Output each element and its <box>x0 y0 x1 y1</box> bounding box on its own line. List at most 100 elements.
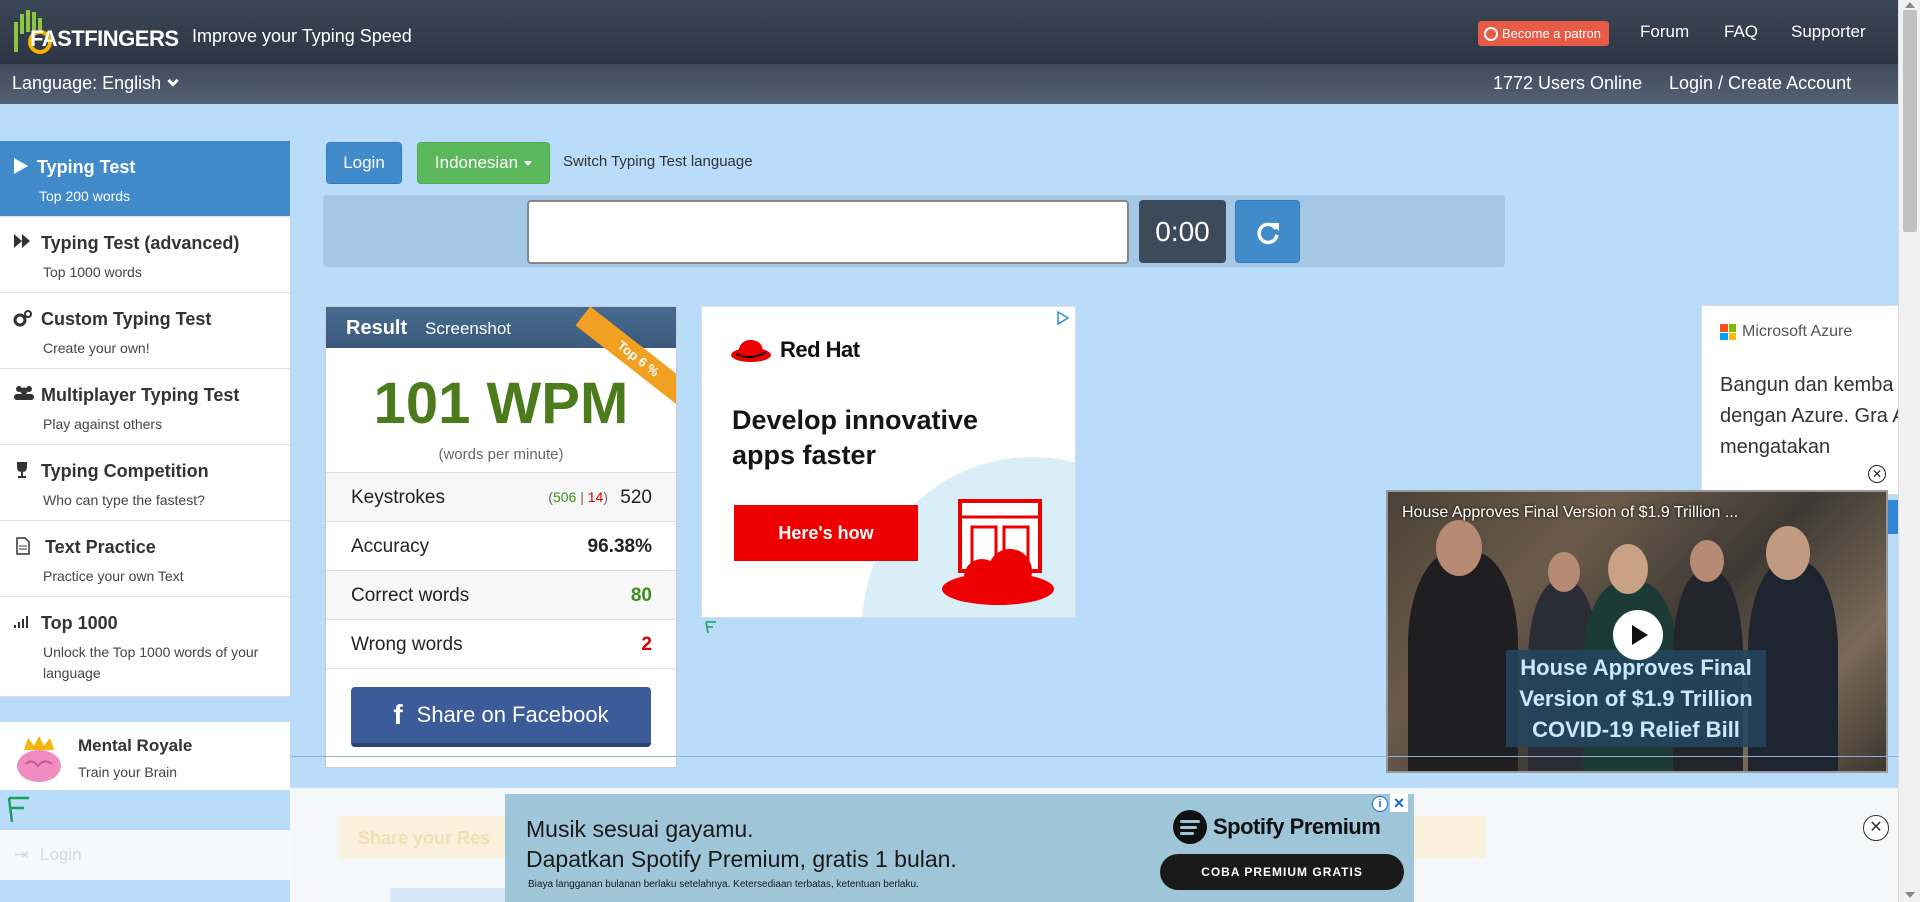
spotify-ad-line1: Musik sesuai gayamu. <box>526 816 754 842</box>
sidebar-item-subtitle: Play against others <box>43 416 163 432</box>
screenshot-link[interactable]: Screenshot <box>425 319 511 339</box>
facebook-icon: f <box>393 699 403 730</box>
scrollbar-thumb[interactable] <box>1903 10 1917 232</box>
correct-words-label: Correct words <box>351 585 470 606</box>
caret-down-icon <box>524 160 533 166</box>
close-icon[interactable]: ✕ <box>1868 465 1886 483</box>
scrollbar[interactable] <box>1898 0 1920 902</box>
scroll-down-icon[interactable] <box>1905 892 1915 898</box>
login-create-account-link[interactable]: Login / Create Account <box>1669 73 1851 94</box>
correct-words-value: 80 <box>630 585 652 606</box>
video-title: House Approves Final Version of $1.9 Tri… <box>1402 504 1739 521</box>
sidebar-item-subtitle: Practice your own Text <box>43 568 184 584</box>
share-facebook-label: Share on Facebook <box>416 702 609 727</box>
spotify-logo: Spotify Premium <box>1173 810 1381 844</box>
become-patron-button[interactable]: Become a patron <box>1478 21 1610 46</box>
redhat-headline: Develop innovative apps faster <box>732 405 979 470</box>
divider <box>290 756 1898 757</box>
sidebar-item-subtitle: Create your own! <box>43 340 150 356</box>
sidebar-item-title: Text Practice <box>45 537 156 557</box>
ad-close-icon[interactable]: × <box>1390 794 1408 812</box>
accuracy-value: 96.38% <box>587 536 652 557</box>
play-icon <box>13 157 33 177</box>
signal-icon <box>13 613 33 633</box>
wrong-words-label: Wrong words <box>351 634 463 655</box>
redhat-ad[interactable]: Red Hat Develop innovative apps faster H… <box>701 306 1076 618</box>
ad-info-icon[interactable]: i <box>1372 796 1388 812</box>
trophy-icon <box>13 461 33 481</box>
mental-royale-title: Mental Royale <box>78 736 193 755</box>
nav-supporter[interactable]: Supporter <box>1791 22 1866 42</box>
share-facebook-button[interactable]: f Share on Facebook <box>351 687 651 747</box>
sidebar-item-mental-royale[interactable]: Mental Royale Train your Brain <box>0 722 290 790</box>
scroll-up-icon[interactable] <box>1905 2 1915 8</box>
redhat-logo: Red Hat <box>730 337 860 363</box>
brain-crown-icon <box>17 736 61 782</box>
paren-close: ) <box>603 489 608 505</box>
logo-text[interactable]: FASTFINGERS <box>30 26 179 52</box>
sidebar-item-title: Typing Test <box>37 157 136 177</box>
redhat-cta-button[interactable]: Here's how <box>734 505 918 561</box>
sidebar-item-subtitle: Unlock the Top 1000 words of your langua… <box>43 644 259 681</box>
cloud-window-icon <box>942 499 1054 605</box>
keystrokes-wrong: 14 <box>587 489 604 505</box>
freestar-icon <box>705 621 716 634</box>
video-caption: House Approves Final Version of $1.9 Tri… <box>1506 650 1766 747</box>
language-dropdown[interactable]: Indonesian <box>417 142 550 184</box>
sidebar-item-typing-test[interactable]: Typing Test Top 200 words <box>0 141 290 217</box>
spotify-icon <box>1173 810 1207 844</box>
result-title: Result <box>346 317 408 339</box>
wpm-box: 101 WPM (words per minute) <box>326 348 676 473</box>
sidebar-item-multiplayer[interactable]: Multiplayer Typing Test Play against oth… <box>0 369 290 445</box>
spotify-ad-line2: Dapatkan Spotify Premium, gratis 1 bulan… <box>526 846 957 872</box>
sidebar-item-title: Multiplayer Typing Test <box>41 385 240 405</box>
file-icon <box>16 537 36 557</box>
close-icon[interactable]: ✕ <box>1863 815 1889 841</box>
fast-forward-icon <box>13 233 33 253</box>
sidebar-item-login[interactable]: ⇥ Login <box>0 830 290 880</box>
azure-ad-text: Bangun dan kemba dengan Azure. Gra Anda … <box>1720 374 1900 458</box>
switch-language-label: Switch Typing Test language <box>563 153 753 170</box>
top-header: FASTFINGERS Improve your Typing Speed Be… <box>0 0 1898 64</box>
nav-forum[interactable]: Forum <box>1640 22 1689 42</box>
spotify-ad-fine-print: Biaya langganan bulanan berlaku setelahn… <box>528 879 919 890</box>
video-player[interactable]: House Approves Final Version of $1.9 Tri… <box>1386 490 1888 773</box>
spotify-ad[interactable]: Musik sesuai gayamu. Dapatkan Spotify Pr… <box>505 794 1414 902</box>
nav-faq[interactable]: FAQ <box>1724 22 1758 42</box>
reload-button[interactable] <box>1235 200 1300 263</box>
keystrokes-total: 520 <box>620 487 652 508</box>
sign-in-icon: ⇥ <box>14 845 29 864</box>
spotify-cta-button[interactable]: COBA PREMIUM GRATIS <box>1160 854 1404 890</box>
patreon-icon <box>1484 26 1498 41</box>
sidebar-item-typing-test-advanced[interactable]: Typing Test (advanced) Top 1000 words <box>0 217 290 293</box>
sidebar-item-title: Top 1000 <box>41 613 118 633</box>
sidebar: Typing Test Top 200 words Typing Test (a… <box>0 141 290 697</box>
users-icon <box>13 385 34 405</box>
sidebar-item-text-practice[interactable]: Text Practice Practice your own Text <box>0 521 290 597</box>
ad-choices-icon[interactable] <box>1057 311 1069 325</box>
chevron-down-icon <box>167 75 179 87</box>
keystrokes-row: Keystrokes (506 | 14) 520 <box>326 473 676 522</box>
correct-words-row: Correct words 80 <box>326 571 676 620</box>
play-icon <box>1632 625 1648 645</box>
typing-input[interactable] <box>527 200 1129 264</box>
play-button[interactable] <box>1613 610 1663 660</box>
redhat-logo-text: Red Hat <box>780 337 860 362</box>
users-online: 1772 Users Online <box>1493 73 1643 93</box>
sidebar-item-title: Typing Test (advanced) <box>41 233 240 253</box>
wrong-words-value: 2 <box>641 634 652 655</box>
sidebar-item-top-1000[interactable]: Top 1000 Unlock the Top 1000 words of yo… <box>0 597 290 697</box>
sidebar-item-subtitle: Top 1000 words <box>43 264 142 280</box>
wrong-words-row: Wrong words 2 <box>326 620 676 669</box>
sidebar-item-competition[interactable]: Typing Competition Who can type the fast… <box>0 445 290 521</box>
freestar-icon <box>7 796 29 823</box>
microsoft-azure-logo: Microsoft Azure <box>1720 323 1852 341</box>
azure-logo-text: Microsoft Azure <box>1742 323 1853 340</box>
sidebar-item-custom-typing-test[interactable]: Custom Typing Test Create your own! <box>0 293 290 369</box>
login-button[interactable]: Login <box>326 142 402 184</box>
patron-label: Become a patron <box>1502 26 1602 41</box>
result-panel: Result Screenshot Top 6 % 101 WPM (words… <box>325 306 677 768</box>
language-selector[interactable]: Language: English <box>12 73 179 94</box>
language-dropdown-label: Indonesian <box>434 153 519 172</box>
sidebar-item-title: Custom Typing Test <box>41 309 212 329</box>
